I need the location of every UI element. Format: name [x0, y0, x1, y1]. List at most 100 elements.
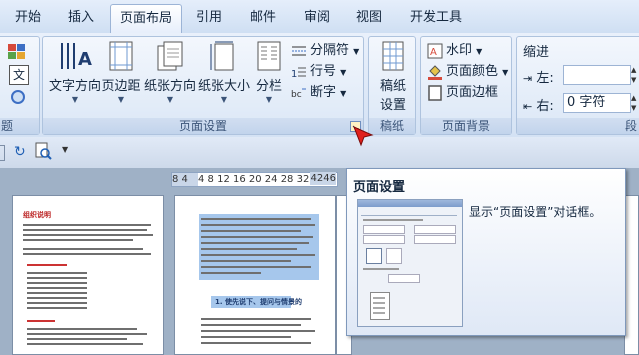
line-numbers-label: 行号	[310, 64, 337, 79]
tab-page-layout[interactable]: 页面布局	[110, 4, 182, 34]
columns-label: 分栏	[255, 79, 282, 94]
hyphenation-icon: bc	[291, 88, 306, 100]
page-setup-group-label: 页面设置	[43, 118, 363, 134]
theme-effects-icon[interactable]	[9, 89, 29, 108]
page-color-label: 页面颜色	[446, 64, 499, 79]
theme-colors-icon[interactable]	[7, 43, 29, 64]
indent-right-icon: ⇤	[523, 100, 533, 113]
indent-left-spinner[interactable]: ▲ ▼	[631, 65, 639, 85]
hyphenation-button[interactable]: bc 断字 ▼	[291, 83, 346, 103]
size-label: 纸张大小	[197, 79, 250, 94]
customize-toolbar-arrow-icon[interactable]: ▼	[62, 145, 68, 154]
tab-mailings[interactable]: 邮件	[244, 6, 282, 30]
dropdown-arrow-icon: ▼	[476, 47, 483, 56]
svg-text:1: 1	[291, 69, 297, 79]
indent-label: 缩进	[523, 45, 550, 60]
themes-group: 文 题	[0, 36, 40, 135]
paper-size-icon	[210, 41, 234, 71]
document-page-2[interactable]: 1. 使先说下、提问与情景的	[174, 195, 336, 355]
page-color-button[interactable]: 页面颜色 ▼	[427, 62, 508, 82]
indent-right-label: ⇤ 右:	[523, 95, 554, 114]
left-label-text: 左:	[536, 71, 554, 86]
tooltip-title: 页面设置	[353, 180, 406, 195]
tab-review[interactable]: 审阅	[298, 6, 336, 30]
dropdown-arrow-icon: ▼	[353, 47, 360, 56]
draft-paper-icon	[382, 41, 404, 71]
hyphenation-label: 断字	[310, 85, 337, 100]
svg-text:A: A	[78, 49, 92, 70]
size-button[interactable]: 纸张大小 ▼	[197, 41, 251, 104]
margins-button[interactable]: 页边距 ▼	[99, 41, 143, 104]
redo-icon[interactable]: ↻	[14, 144, 26, 160]
indent-right-spinner[interactable]: ▲ ▼	[631, 93, 639, 113]
ruler-left-margin: 8 4	[172, 173, 198, 186]
ribbon-tab-bar: 开始 插入 页面布局 引用 邮件 审阅 视图 开发工具	[0, 0, 639, 34]
orientation-label: 纸张方向	[143, 79, 196, 94]
draft-paper-group: 稿纸 设置 稿纸	[368, 36, 416, 135]
dropdown-arrow-icon: ▼	[340, 89, 347, 98]
breaks-button[interactable]: 分隔符 ▼	[291, 41, 359, 61]
indent-right-input[interactable]: 0 字符	[563, 93, 631, 113]
tab-insert[interactable]: 插入	[62, 6, 100, 30]
ruler-right-margin: 4246	[310, 172, 336, 185]
page-background-group: A 水印 ▼ 页面颜色 ▼ 页面边框 页面背景	[420, 36, 512, 135]
print-preview-icon[interactable]	[34, 142, 52, 163]
text-direction-icon: A	[61, 43, 92, 70]
quick-access-toolbar: ↻ ▼	[0, 137, 639, 169]
tab-home[interactable]: 开始	[9, 6, 47, 30]
indent-left-icon: ⇥	[523, 72, 533, 85]
page-borders-label: 页面边框	[446, 85, 499, 100]
line-numbers-icon: 1	[291, 67, 306, 79]
page-heading: 组织说明	[23, 211, 51, 219]
watermark-label: 水印	[446, 43, 473, 58]
themes-group-label: 题	[0, 118, 39, 134]
draft-paper-button[interactable]: 稿纸 设置	[373, 41, 413, 113]
margins-label: 页边距	[101, 79, 141, 94]
text-direction-button[interactable]: A 文字方向 ▼	[47, 41, 103, 104]
tab-references[interactable]: 引用	[190, 6, 228, 30]
svg-text:bc: bc	[291, 90, 302, 100]
paragraph-group-label: 段	[517, 118, 639, 134]
breaks-icon	[292, 46, 306, 55]
dropdown-arrow-icon: ▼	[265, 95, 273, 104]
orientation-icon	[157, 41, 183, 71]
dropdown-arrow-icon: ▼	[71, 95, 79, 104]
tab-view[interactable]: 视图	[350, 6, 388, 30]
draft-paper-label-2: 设置	[379, 98, 406, 113]
page-borders-button[interactable]: 页面边框	[427, 83, 498, 103]
page-background-group-label: 页面背景	[421, 118, 511, 134]
indent-left-input[interactable]	[563, 65, 631, 85]
document-page-1[interactable]: 组织说明	[12, 195, 164, 355]
dropdown-arrow-icon: ▼	[220, 95, 228, 104]
page-borders-icon	[428, 84, 442, 101]
draft-paper-label-1: 稿纸	[379, 79, 406, 94]
dropdown-arrow-icon: ▼	[340, 68, 347, 77]
right-label-text: 右:	[536, 99, 554, 114]
paint-bucket-icon	[428, 64, 442, 80]
document-page-4[interactable]	[624, 195, 639, 355]
page-setup-tooltip: 页面设置 显示“页面设置”对话框。	[346, 168, 626, 336]
indent-left-label: ⇥ 左:	[523, 67, 554, 86]
mouse-cursor-icon	[352, 125, 376, 150]
dropdown-arrow-icon: ▼	[117, 95, 125, 104]
orientation-button[interactable]: 纸张方向 ▼	[143, 41, 197, 104]
tab-developer[interactable]: 开发工具	[404, 6, 468, 30]
toolbar-edge	[0, 145, 5, 161]
theme-fonts-icon[interactable]: 文	[9, 65, 29, 85]
paragraph-group: 缩进 ⇥ 左: ▲ ▼ ⇤ 右: 0 字符 ▲ ▼ 段	[516, 36, 639, 135]
ribbon: 文 题 A 文字方向 ▼ 页边距 ▼ 纸张方向 ▼ 纸张大小 ▼ 分栏 ▼ 分隔…	[0, 33, 639, 147]
text-direction-label: 文字方向	[48, 79, 101, 94]
page-section-heading: 1. 使先说下、提问与情景的	[215, 298, 302, 306]
breaks-label: 分隔符	[310, 43, 350, 58]
svg-text:A: A	[430, 47, 437, 58]
ruler-numbers: 4 8 12 16 20 24 28 32 36	[198, 174, 326, 185]
margins-icon	[109, 41, 133, 71]
columns-icon	[257, 41, 281, 71]
watermark-button[interactable]: A 水印 ▼	[427, 41, 482, 61]
columns-button[interactable]: 分栏 ▼	[251, 41, 287, 104]
page-setup-dialog-preview	[357, 199, 463, 327]
page-setup-group: A 文字方向 ▼ 页边距 ▼ 纸张方向 ▼ 纸张大小 ▼ 分栏 ▼ 分隔符 ▼ …	[42, 36, 364, 135]
line-numbers-button[interactable]: 1 行号 ▼	[291, 62, 346, 82]
tooltip-description: 显示“页面设置”对话框。	[469, 205, 602, 219]
dropdown-arrow-icon: ▼	[502, 68, 509, 77]
